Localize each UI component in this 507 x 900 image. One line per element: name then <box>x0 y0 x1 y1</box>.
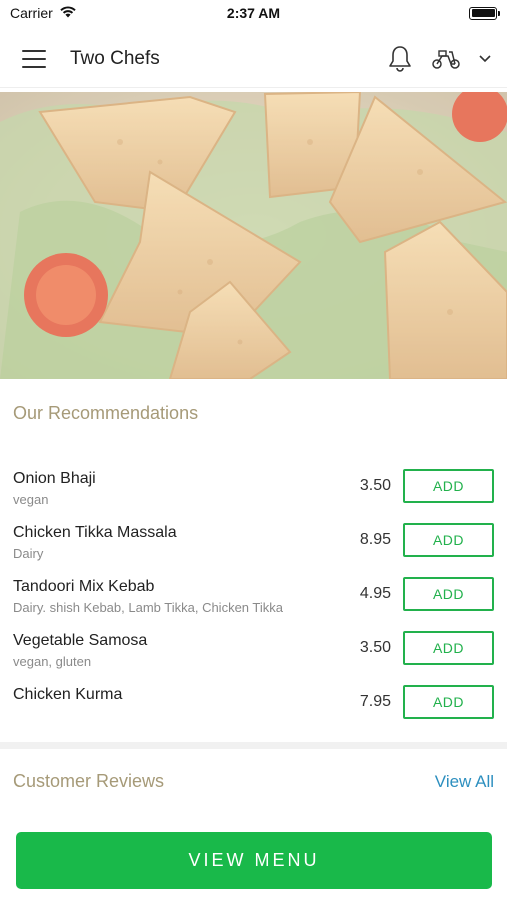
add-button[interactable]: ADD <box>403 631 494 665</box>
item-price: 3.50 <box>359 639 391 656</box>
section-divider <box>0 742 507 749</box>
scooter-icon[interactable] <box>431 48 461 70</box>
item-name: Tandoori Mix Kebab <box>13 578 155 595</box>
carrier-label: Carrier <box>10 5 53 21</box>
battery-level <box>471 9 495 17</box>
item-price: 7.95 <box>359 693 391 710</box>
restaurant-title: Two Chefs <box>70 47 160 69</box>
item-price: 8.95 <box>359 531 391 548</box>
add-button[interactable]: ADD <box>403 523 494 557</box>
reviews-heading: Customer Reviews <box>13 771 165 791</box>
list-item: Tandoori Mix Kebab Dairy. shish Kebab, L… <box>0 570 507 624</box>
add-button[interactable]: ADD <box>403 469 494 503</box>
item-name: Onion Bhaji <box>13 470 96 487</box>
item-price: 4.95 <box>359 585 391 602</box>
item-name: Vegetable Samosa <box>13 632 148 649</box>
bell-icon[interactable] <box>387 45 413 73</box>
recommendations-heading: Our Recommendations <box>13 403 199 423</box>
list-item: Chicken Kurma 7.95 ADD <box>0 678 507 732</box>
add-button[interactable]: ADD <box>403 577 494 611</box>
menu-icon[interactable] <box>22 49 46 68</box>
item-name: Chicken Tikka Massala <box>13 524 177 541</box>
chevron-down-icon[interactable] <box>479 54 491 63</box>
app-header: Two Chefs <box>0 30 507 88</box>
list-item: Chicken Tikka Massala Dairy 8.95 ADD <box>0 516 507 570</box>
list-item: Onion Bhaji vegan 3.50 ADD <box>0 462 507 516</box>
wifi-icon <box>59 5 77 21</box>
item-price: 3.50 <box>359 477 391 494</box>
list-item: Vegetable Samosa vegan, gluten 3.50 ADD <box>0 624 507 678</box>
status-left: Carrier <box>10 5 77 21</box>
add-button[interactable]: ADD <box>403 685 494 719</box>
item-name: Chicken Kurma <box>13 686 123 703</box>
status-bar: Carrier 2:37 AM <box>0 0 507 26</box>
item-description: vegan, gluten <box>13 654 92 669</box>
view-menu-button[interactable]: VIEW MENU <box>16 832 492 889</box>
view-all-reviews-link[interactable]: View All <box>435 772 494 792</box>
item-description: vegan <box>13 492 49 507</box>
hero-food-image <box>0 92 507 379</box>
item-description: Dairy <box>13 546 44 561</box>
header-actions <box>387 45 491 73</box>
item-description: Dairy. shish Kebab, Lamb Tikka, Chicken … <box>13 600 283 615</box>
battery-icon <box>469 6 500 20</box>
recommendations-list: Onion Bhaji vegan 3.50 ADD Chicken Tikka… <box>0 462 507 732</box>
